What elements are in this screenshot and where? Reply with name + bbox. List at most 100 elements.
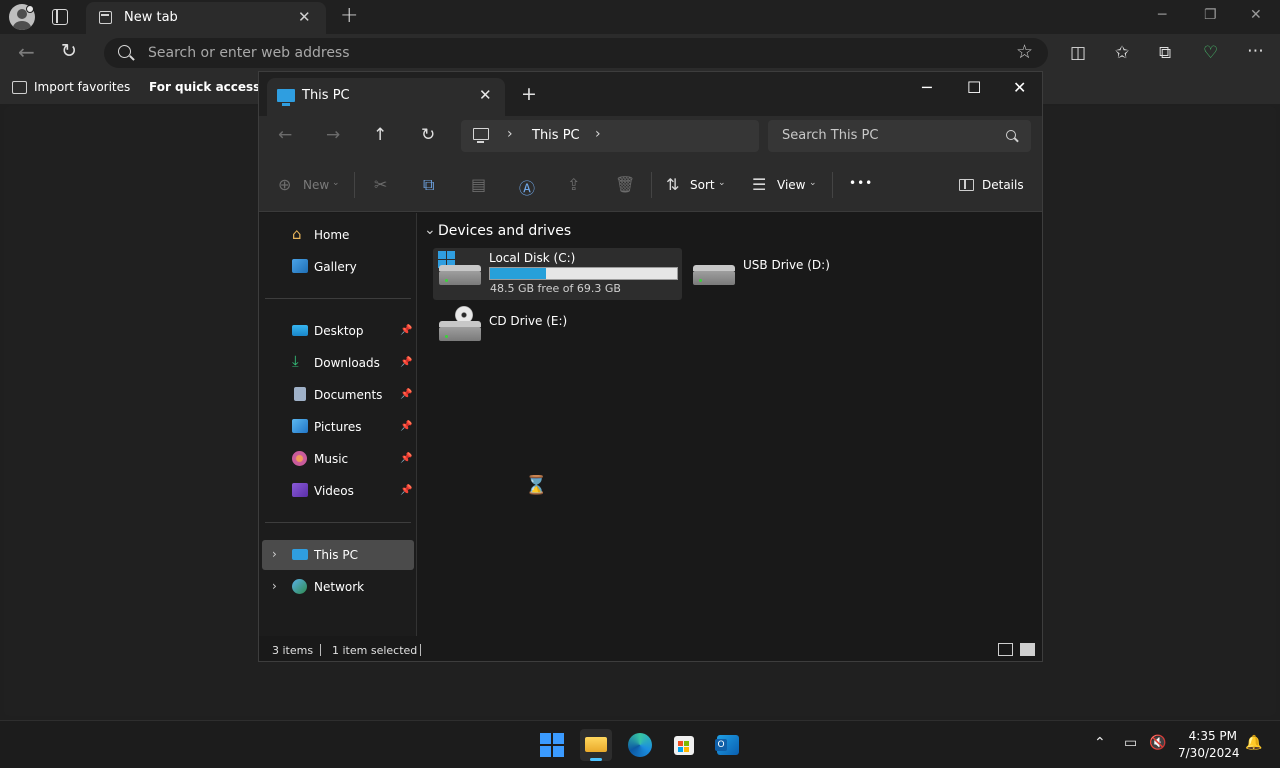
new-plus-icon[interactable]: ⊕ [278,175,291,194]
new-explorer-tab-button[interactable]: + [521,83,537,105]
address-bar[interactable]: Search or enter web address ☆ [104,38,1048,68]
pictures-icon [292,419,308,433]
pin-icon: 📌 [400,357,413,368]
sort-button[interactable]: Sort [690,178,715,192]
collections-icon[interactable]: ⧉ [1159,43,1171,63]
chevron-right-icon[interactable]: › [272,547,277,561]
close-tab-icon[interactable]: ✕ [298,8,311,26]
volume-muted-icon[interactable]: 🔇 [1149,735,1166,751]
network-icon [292,579,307,594]
profile-badge [26,5,34,13]
share-icon[interactable]: ⇪ [567,175,580,194]
browser-minimize-button[interactable]: ─ [1158,7,1166,23]
browser-essentials-icon[interactable]: ♡ [1203,43,1218,63]
browser-close-button[interactable]: ✕ [1250,7,1262,23]
pin-icon: 📌 [400,421,413,432]
gallery-icon [292,259,308,273]
reload-icon[interactable]: ↻ [61,40,77,62]
edge-icon[interactable] [624,729,656,761]
sidebar-divider [265,298,411,299]
chevron-down-icon[interactable]: ⌄ [424,222,436,238]
sidebar-item-desktop[interactable]: Desktop 📌 [262,316,414,346]
sort-icon[interactable]: ⇅ [666,175,679,194]
status-item-count: 3 items [272,644,314,657]
outlook-letter: O [715,739,727,751]
sidebar-item-downloads[interactable]: ⤓ Downloads 📌 [262,348,414,378]
settings-more-icon[interactable]: ⋯ [1247,41,1264,61]
active-app-indicator [590,758,602,761]
sidebar-item-music[interactable]: Music 📌 [262,444,414,474]
show-hidden-icons-chevron-icon[interactable]: ⌃ [1094,735,1106,751]
breadcrumb-item-this-pc[interactable]: This PC [532,128,580,143]
close-explorer-tab-icon[interactable]: ✕ [479,86,492,104]
explorer-search-box[interactable]: Search This PC [768,120,1031,152]
favorite-star-icon[interactable]: ☆ [1016,41,1033,63]
taskbar-clock-date[interactable]: 7/30/2024 [1178,746,1240,760]
sidebar-item-home[interactable]: ⌂ Home [262,220,414,250]
taskbar-clock-time[interactable]: 4:35 PM [1180,729,1237,743]
search-icon [1006,130,1016,140]
sidebar-item-videos[interactable]: Videos 📌 [262,476,414,506]
explorer-tab-title: This PC [302,88,350,103]
drive-usb-d[interactable]: USB Drive (D:) [688,248,868,300]
large-icons-view-icon[interactable] [1020,643,1035,656]
command-separator [354,172,355,198]
taskbar: O ⌃ ▭ 🔇 4:35 PM 7/30/2024 🔔 [0,720,1280,768]
import-favorites-link[interactable]: Import favorites [34,80,130,94]
explorer-navigation-bar: ← → ↑ ↻ › This PC › Search This PC [259,116,1042,158]
view-button[interactable]: View [777,178,805,192]
back-arrow-icon[interactable]: ← [18,40,35,64]
sidebar-item-this-pc[interactable]: › This PC [262,540,414,570]
start-icon[interactable] [536,729,568,761]
sidebar-item-gallery[interactable]: Gallery [262,252,414,282]
new-tab-button[interactable]: + [340,3,358,28]
chevron-right-icon[interactable]: › [272,579,277,593]
explorer-search-input[interactable]: Search This PC [782,128,878,143]
back-icon[interactable]: ← [278,125,292,145]
rename-icon[interactable]: Ⓐ [519,175,535,199]
sidebar-item-label: Downloads [314,356,380,370]
cd-drive-body [439,327,481,341]
sidebar-item-documents[interactable]: Documents 📌 [262,380,414,410]
import-favorites-icon [12,81,27,94]
outlook-icon[interactable]: O [712,729,744,761]
delete-icon[interactable]: 🗑 [615,175,635,194]
explorer-title-bar: This PC ✕ + ─ ☐ ✕ [259,72,1042,116]
sidebar-item-pictures[interactable]: Pictures 📌 [262,412,414,442]
sidebar-item-network[interactable]: › Network [262,572,414,602]
explorer-maximize-button[interactable]: ☐ [967,78,981,97]
details-view-icon[interactable] [998,643,1013,656]
file-explorer-icon[interactable] [580,729,612,761]
notification-bell-icon[interactable]: 🔔 [1245,735,1262,751]
details-pane-icon [959,179,974,191]
paste-icon[interactable]: ▤ [471,175,486,194]
details-button[interactable]: Details [982,178,1024,192]
forward-icon[interactable]: → [326,125,340,145]
network-status-icon[interactable]: ▭ [1124,735,1137,751]
split-screen-icon[interactable]: ◫ [1070,43,1086,63]
view-list-icon[interactable]: ☰ [752,175,766,194]
chevron-right-icon[interactable]: › [507,126,513,142]
cut-icon[interactable]: ✂ [374,175,387,194]
address-input[interactable]: Search or enter web address [148,45,350,61]
up-icon[interactable]: ↑ [373,125,387,145]
breadcrumb[interactable]: › This PC › [461,120,759,152]
drive-local-disk-c[interactable]: Local Disk (C:) 48.5 GB free of 69.3 GB [433,248,682,300]
more-options-icon[interactable]: ••• [849,176,873,190]
refresh-icon[interactable]: ↻ [421,125,435,145]
explorer-tab-this-pc[interactable]: This PC ✕ [267,78,505,116]
drive-cd-e[interactable]: CD Drive (E:) [433,304,613,356]
store-logo-square [678,741,683,746]
copy-icon[interactable]: ⧉ [423,175,434,195]
store-icon[interactable] [668,729,700,761]
browser-tab-new-tab[interactable]: New tab ✕ [86,2,326,34]
browser-restore-button[interactable]: ❐ [1204,7,1217,23]
explorer-close-button[interactable]: ✕ [1013,78,1026,97]
disk-usage-fill [490,268,547,279]
file-list-area: ⌄ Devices and drives Local Disk (C:) 48.… [418,213,1042,636]
explorer-minimize-button[interactable]: ─ [922,78,932,97]
tab-actions-icon[interactable] [52,9,68,25]
new-button-label[interactable]: New [303,178,329,192]
chevron-right-icon[interactable]: › [595,126,601,142]
favorites-icon[interactable]: ✩ [1115,43,1129,63]
